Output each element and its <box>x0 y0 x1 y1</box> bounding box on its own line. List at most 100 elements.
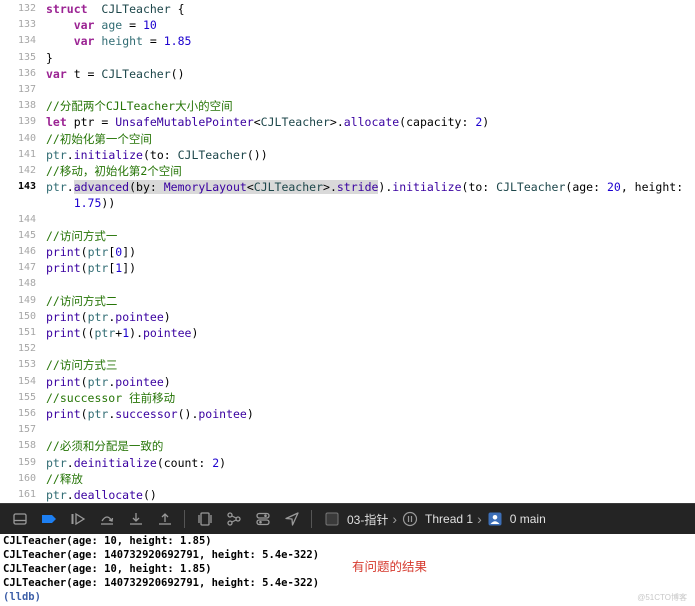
line-number[interactable]: 150 <box>0 309 36 325</box>
code-line[interactable]: 141 ptr.initialize(to: CJLTeacher()) <box>0 147 695 163</box>
line-number[interactable]: 161 <box>0 487 36 503</box>
code-line[interactable]: 161 ptr.deallocate() <box>0 487 695 503</box>
code-line[interactable]: 154 print(ptr.pointee) <box>0 374 695 390</box>
line-number[interactable]: 140 <box>0 131 36 147</box>
line-number[interactable]: 141 <box>0 147 36 163</box>
line-number[interactable]: 133 <box>0 17 36 33</box>
code-line[interactable]: 132 struct CJLTeacher { <box>0 1 695 17</box>
code-token: var <box>73 34 95 48</box>
code-token: CJLTeacher <box>260 115 330 129</box>
line-number[interactable]: 152 <box>0 341 36 357</box>
code-line[interactable]: 139 let ptr = UnsafeMutablePointer<CJLTea… <box>0 114 695 130</box>
code-line[interactable]: 147 print(ptr[1]) <box>0 260 695 276</box>
line-number[interactable]: 158 <box>0 438 36 454</box>
line-number[interactable]: 139 <box>0 114 36 130</box>
code-line[interactable]: 142 //移动，初始化第2个空间 <box>0 163 695 179</box>
scheme-breadcrumb[interactable]: 03-指针 <box>347 511 388 528</box>
line-number[interactable]: 132 <box>0 1 36 17</box>
line-number[interactable]: 159 <box>0 455 36 471</box>
debug-console[interactable]: CJLTeacher(age: 10, height: 1.85) CJLTea… <box>0 534 695 606</box>
annotation-note: 有问题的结果 <box>352 559 428 574</box>
line-number[interactable]: 154 <box>0 374 36 390</box>
code-line[interactable]: 144 <box>0 212 695 228</box>
thread-breadcrumb[interactable]: Thread 1 <box>425 512 473 526</box>
line-number[interactable]: 148 <box>0 276 36 292</box>
code-line[interactable]: 133 var age = 10 <box>0 17 695 33</box>
line-number[interactable]: 142 <box>0 163 36 179</box>
line-number[interactable]: 151 <box>0 325 36 341</box>
breakpoint-icon[interactable] <box>40 510 58 528</box>
code-line[interactable]: 157 <box>0 422 695 438</box>
code-token: CJLTeacher <box>101 67 171 81</box>
code-line[interactable]: 159 ptr.deinitialize(count: 2) <box>0 455 695 471</box>
code-line[interactable]: 1.75)) <box>0 195 695 211</box>
line-number[interactable]: 155 <box>0 390 36 406</box>
code-token: UnsafeMutablePointer <box>115 115 254 129</box>
code-line[interactable]: 134 var height = 1.85 <box>0 33 695 49</box>
memory-graph-icon[interactable] <box>225 510 243 528</box>
code-line[interactable]: 148 <box>0 276 695 292</box>
code-token: (). <box>177 407 199 421</box>
lldb-prompt[interactable]: (lldb) <box>3 590 41 604</box>
line-number[interactable]: 146 <box>0 244 36 260</box>
code-line[interactable]: 145 //访问方式一 <box>0 228 695 244</box>
code-token: pointee <box>115 375 164 389</box>
line-number[interactable]: 153 <box>0 357 36 373</box>
code-token: 10 <box>142 18 157 32</box>
line-number[interactable]: 135 <box>0 50 36 66</box>
location-icon[interactable] <box>283 510 301 528</box>
code-line[interactable]: 146 print(ptr[0]) <box>0 244 695 260</box>
code-line[interactable]: 152 <box>0 341 695 357</box>
frame-breadcrumb[interactable]: 0 main <box>510 512 546 526</box>
line-number[interactable]: 156 <box>0 406 36 422</box>
continue-icon[interactable] <box>69 510 87 528</box>
code-token: CJLTeacher <box>101 2 171 16</box>
step-over-icon[interactable] <box>98 510 116 528</box>
code-line[interactable]: 156 print(ptr.successor().pointee) <box>0 406 695 422</box>
code-text: print(ptr.pointee) <box>46 374 171 390</box>
code-editor[interactable]: 132 struct CJLTeacher {133 var age = 10 13… <box>0 0 695 503</box>
code-token: //移动，初始化第2个空间 <box>46 164 182 178</box>
code-line[interactable]: 158 //必须和分配是一致的 <box>0 438 695 454</box>
code-line[interactable]: 137 <box>0 82 695 98</box>
step-out-icon[interactable] <box>156 510 174 528</box>
line-number[interactable]: 149 <box>0 293 36 309</box>
code-line[interactable]: 138 //分配两个CJLTeacher大小的空间 <box>0 98 695 114</box>
line-number[interactable]: 147 <box>0 260 36 276</box>
code-line[interactable]: 136 var t = CJLTeacher() <box>0 66 695 82</box>
line-number[interactable]: 145 <box>0 228 36 244</box>
code-token: CJLTeacher <box>177 148 247 162</box>
line-number[interactable]: 138 <box>0 98 36 114</box>
code-token: //必须和分配是一致的 <box>46 439 164 453</box>
debug-toolbar: 03-指针 › Thread 1 › 0 main <box>0 503 695 534</box>
environment-override-icon[interactable] <box>254 510 272 528</box>
thread-icon <box>401 510 419 528</box>
code-token: { <box>170 2 185 16</box>
toolbar-divider <box>311 510 312 528</box>
line-number[interactable]: 136 <box>0 66 36 82</box>
console-toggle-icon[interactable] <box>11 510 29 528</box>
step-into-icon[interactable] <box>127 510 145 528</box>
view-debugger-icon[interactable] <box>196 510 214 528</box>
code-line[interactable]: 160 //释放 <box>0 471 695 487</box>
code-text: print(ptr.successor().pointee) <box>46 406 254 422</box>
code-line[interactable]: 150 print(ptr.pointee) <box>0 309 695 325</box>
line-number[interactable]: 144 <box>0 212 36 228</box>
chevron-right-icon: › <box>477 511 482 527</box>
code-line[interactable]: 149 //访问方式二 <box>0 293 695 309</box>
line-number[interactable]: 143 <box>0 179 36 195</box>
line-number[interactable]: 137 <box>0 82 36 98</box>
line-number[interactable]: 160 <box>0 471 36 487</box>
code-line[interactable]: 135} <box>0 50 695 66</box>
code-line[interactable]: 153 //访问方式三 <box>0 357 695 373</box>
code-line[interactable]: 140 //初始化第一个空间 <box>0 131 695 147</box>
code-token: (age: <box>565 180 607 194</box>
code-line[interactable]: 155 //successor 往前移动 <box>0 390 695 406</box>
line-number[interactable]: 157 <box>0 422 36 438</box>
line-number[interactable]: 134 <box>0 33 36 49</box>
code-line[interactable]: 151 print((ptr+1).pointee) <box>0 325 695 341</box>
code-token: age <box>101 18 123 32</box>
code-line[interactable]: 143 ptr.advanced(by: MemoryLayout<CJLTeac… <box>0 179 695 195</box>
